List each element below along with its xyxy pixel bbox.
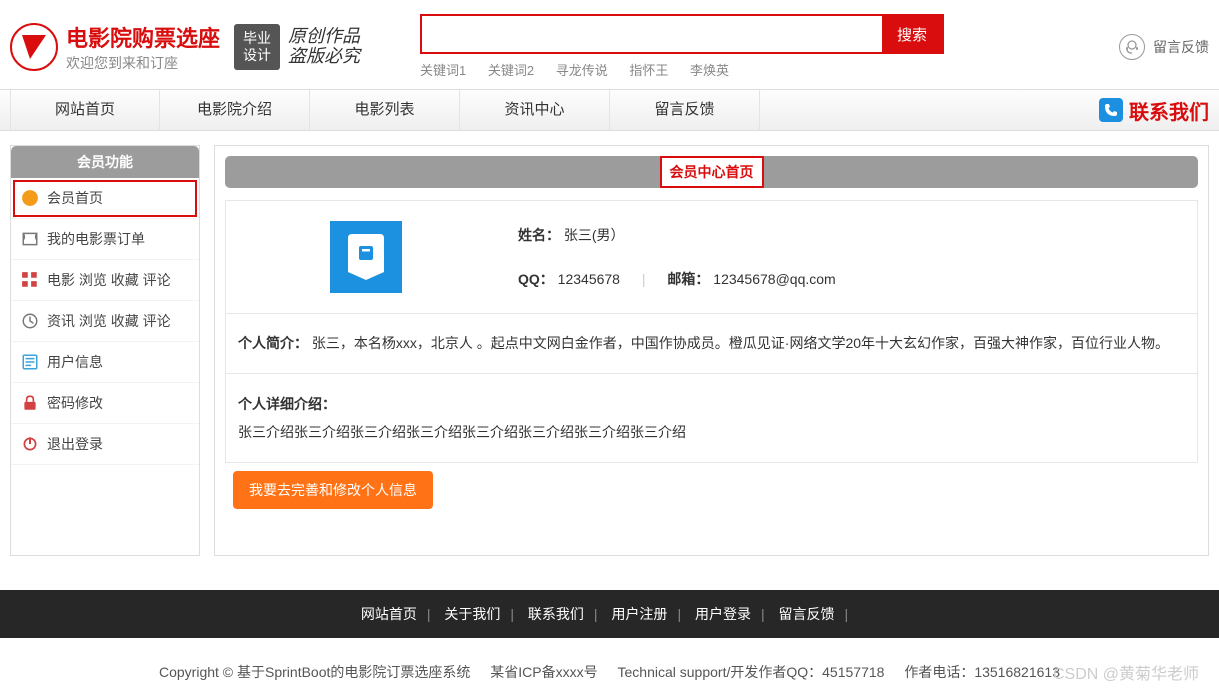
basic-info: 姓名： 张三(男） QQ： 12345678 | 邮箱： 12345678@qq… bbox=[506, 201, 1197, 313]
content-title-bar: 会员中心首页 bbox=[225, 156, 1198, 188]
main-area: 会员功能 会员首页 我的电影票订单 电影 浏览 收藏 评论 资讯 浏览 收藏 评… bbox=[0, 131, 1219, 570]
lock-icon bbox=[21, 394, 39, 412]
detail-row: 个人详细介绍： 张三介绍张三介绍张三介绍张三介绍张三介绍张三介绍张三介绍张三介绍 bbox=[226, 374, 1197, 462]
email-label: 邮箱： bbox=[667, 271, 709, 287]
search-input[interactable] bbox=[422, 16, 882, 52]
sidebar-item-member-home[interactable]: 会员首页 bbox=[11, 178, 199, 219]
header: 电影院购票选座 欢迎您到来和订座 毕业 设计 原创作品 盗版必究 搜索 关键词1… bbox=[0, 0, 1219, 89]
hot-keywords: 关键词1 关键词2 寻龙传说 指怀王 李焕英 bbox=[420, 60, 944, 79]
logo[interactable]: 电影院购票选座 欢迎您到来和订座 bbox=[10, 21, 220, 73]
content-title: 会员中心首页 bbox=[660, 156, 764, 188]
contact-us-link[interactable]: 联系我们 bbox=[1099, 96, 1209, 125]
nav-home[interactable]: 网站首页 bbox=[10, 90, 160, 130]
sidebar-item-my-orders[interactable]: 我的电影票订单 bbox=[11, 219, 199, 260]
footer-link-contact[interactable]: 联系我们 bbox=[528, 606, 584, 622]
grid-icon bbox=[21, 271, 39, 289]
hot-word[interactable]: 李焕英 bbox=[690, 63, 729, 78]
profile-table: 姓名： 张三(男） QQ： 12345678 | 邮箱： 12345678@qq… bbox=[225, 200, 1198, 463]
power-icon bbox=[21, 435, 39, 453]
footer-link-feedback[interactable]: 留言反馈 bbox=[779, 606, 835, 622]
hot-word[interactable]: 指怀王 bbox=[629, 63, 668, 78]
nav-cinema-intro[interactable]: 电影院介绍 bbox=[160, 90, 310, 130]
sidebar-title: 会员功能 bbox=[11, 146, 199, 178]
intro-label: 个人简介： bbox=[238, 335, 308, 351]
user-icon bbox=[21, 353, 39, 371]
intro-value: 张三，本名杨xxx，北京人 。起点中文网白金作者，中国作协成员。橙瓜见证·网络文… bbox=[312, 335, 1169, 351]
sidebar-item-user-info[interactable]: 用户信息 bbox=[11, 342, 199, 383]
hot-word[interactable]: 关键词1 bbox=[420, 63, 466, 78]
feedback-label: 留言反馈 bbox=[1153, 37, 1209, 57]
search-area: 搜索 关键词1 关键词2 寻龙传说 指怀王 李焕英 bbox=[420, 14, 944, 79]
original-stamp: 原创作品 盗版必究 bbox=[288, 27, 360, 67]
feedback-link[interactable]: 留言反馈 bbox=[1119, 34, 1209, 60]
search-button[interactable]: 搜索 bbox=[882, 16, 942, 52]
footer-link-about[interactable]: 关于我们 bbox=[444, 606, 500, 622]
watermark: CSDN @黄菊华老师 bbox=[1053, 660, 1199, 684]
sidebar: 会员功能 会员首页 我的电影票订单 电影 浏览 收藏 评论 资讯 浏览 收藏 评… bbox=[10, 145, 200, 556]
stamp-group: 毕业 设计 原创作品 盗版必究 bbox=[234, 24, 360, 70]
nav-movie-list[interactable]: 电影列表 bbox=[310, 90, 460, 130]
sidebar-item-password[interactable]: 密码修改 bbox=[11, 383, 199, 424]
sidebar-item-movie-browse[interactable]: 电影 浏览 收藏 评论 bbox=[11, 260, 199, 301]
avatar-cell bbox=[226, 201, 506, 313]
hot-word[interactable]: 关键词2 bbox=[488, 63, 534, 78]
footer-link-login[interactable]: 用户登录 bbox=[695, 606, 751, 622]
intro-row: 个人简介： 张三，本名杨xxx，北京人 。起点中文网白金作者，中国作协成员。橙瓜… bbox=[226, 314, 1197, 374]
divider: | bbox=[642, 271, 646, 287]
graduation-stamp: 毕业 设计 bbox=[234, 24, 280, 70]
sidebar-item-logout[interactable]: 退出登录 bbox=[11, 424, 199, 465]
clock-icon bbox=[21, 312, 39, 330]
copyright: Copyright © 基于SprintBoot的电影院订票选座系统 某省ICP… bbox=[0, 638, 1219, 692]
qq-label: QQ： bbox=[518, 271, 554, 287]
phone-icon bbox=[1099, 98, 1123, 122]
content-panel: 会员中心首页 姓名： 张三(男） QQ： 12345678 bbox=[214, 145, 1209, 556]
footer-nav: 网站首页| 关于我们| 联系我们| 用户注册| 用户登录| 留言反馈| bbox=[0, 590, 1219, 638]
name-value: 张三(男） bbox=[564, 227, 625, 243]
detail-label: 个人详细介绍： bbox=[238, 396, 336, 412]
home-icon bbox=[21, 189, 39, 207]
ticket-icon bbox=[21, 230, 39, 248]
sidebar-item-news-browse[interactable]: 资讯 浏览 收藏 评论 bbox=[11, 301, 199, 342]
name-label: 姓名： bbox=[518, 227, 560, 243]
edit-profile-button[interactable]: 我要去完善和修改个人信息 bbox=[233, 471, 433, 509]
main-nav: 网站首页 电影院介绍 电影列表 资讯中心 留言反馈 联系我们 bbox=[0, 89, 1219, 131]
logo-subtitle: 欢迎您到来和订座 bbox=[66, 53, 220, 73]
hot-word[interactable]: 寻龙传说 bbox=[556, 63, 608, 78]
nav-feedback[interactable]: 留言反馈 bbox=[610, 90, 760, 130]
qq-value: 12345678 bbox=[558, 271, 620, 287]
nav-news[interactable]: 资讯中心 bbox=[460, 90, 610, 130]
detail-value: 张三介绍张三介绍张三介绍张三介绍张三介绍张三介绍张三介绍张三介绍 bbox=[238, 418, 1185, 446]
logo-title: 电影院购票选座 bbox=[66, 21, 220, 53]
headset-icon bbox=[1119, 34, 1145, 60]
email-value: 12345678@qq.com bbox=[713, 271, 835, 287]
logo-icon bbox=[10, 23, 58, 71]
avatar-icon bbox=[330, 221, 402, 293]
footer-link-register[interactable]: 用户注册 bbox=[611, 606, 667, 622]
footer-link-home[interactable]: 网站首页 bbox=[361, 606, 417, 622]
